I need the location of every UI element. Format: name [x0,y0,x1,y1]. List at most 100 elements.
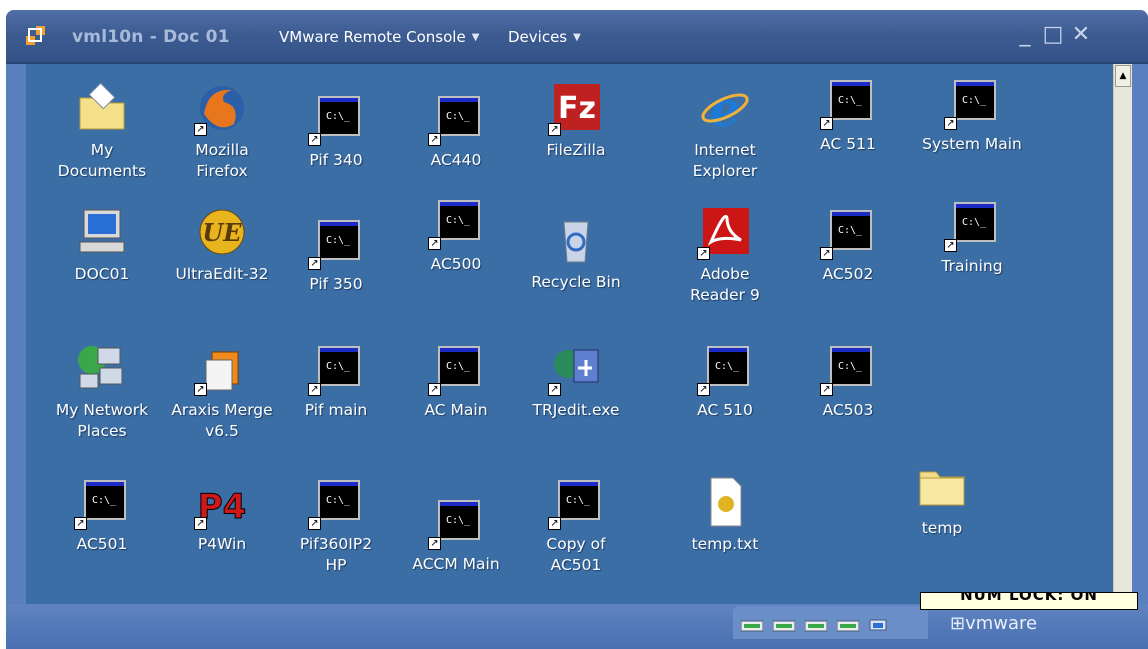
desktop-icon-label: AC 511 [820,135,876,153]
svg-text:UE: UE [202,218,242,247]
device-tray [733,606,928,639]
desktop-icon-label: System Main [922,135,1022,153]
firefox-icon: ↗ [194,80,250,136]
vmware-app-icon[interactable] [26,26,46,46]
desktop-icon[interactable]: C:\_ ↗ Pif360IP2 HP [280,474,392,576]
desktop-icon[interactable]: C:\_ ↗ AC502 [792,204,904,285]
network-places-icon [74,340,130,396]
desktop-icon-label: AC501 [76,535,128,553]
desktop-icon-label: AC500 [430,255,482,273]
msdos-icon: C:\_ ↗ [697,340,753,396]
desktop-icon[interactable]: C:\_ ↗ AC501 [46,474,158,555]
desktop-icon[interactable]: Fz ↗ FileZilla [520,80,632,161]
desktop-icon[interactable]: My Network Places [46,340,158,442]
desktop-icon-label: UltraEdit-32 [175,265,269,283]
desktop-icon-label: AC502 [822,265,874,283]
desktop-icon[interactable]: UE UltraEdit-32 [166,204,278,285]
desktop-icon[interactable]: C:\_ ↗ AC Main [400,340,512,421]
desktop-icon-label: Recycle Bin [531,273,621,291]
desktop-icon-label: AC503 [822,401,874,419]
vmware-console-window: vml10n - Doc 01 VMware Remote Console ▼ D… [6,10,1148,649]
msdos-icon: C:\_ ↗ [820,340,876,396]
close-button[interactable]: ✕ [1068,22,1094,48]
desktop-icon[interactable]: DOC01 [46,204,158,285]
desktop-icon-label: Pif 340 [309,151,363,169]
network-adapter-icon[interactable] [836,618,860,632]
desktop-icon[interactable]: C:\_ ↗ System Main [916,74,1028,155]
remote-desktop[interactable]: My Documents ↗ Mozilla Firefox C:\_ ↗ Pif 340… [26,64,1132,604]
desktop-icon[interactable]: temp.txt [669,474,781,555]
internet-explorer-icon: e [697,80,753,138]
desktop-icon-label: temp.txt [691,535,759,553]
desktop-icon[interactable]: C:\_ ↗ Training [916,196,1028,277]
desktop-icon-label: AC440 [430,151,482,169]
desktop-icon-label: FileZilla [546,141,606,159]
desktop-icon[interactable]: C:\_ ↗ Copy of AC501 [520,474,632,576]
menu-vmware-remote-console[interactable]: VMware Remote Console ▼ [279,28,487,46]
desktop-icon[interactable]: C:\_ ↗ AC500 [400,194,512,275]
desktop-icon[interactable]: C:\_ ↗ Pif main [280,340,392,421]
title-bar[interactable]: vml10n - Doc 01 VMware Remote Console ▼ D… [6,10,1148,64]
msdos-icon: C:\_ ↗ [548,474,604,530]
desktop-icon[interactable]: ↗ Mozilla Firefox [166,80,278,182]
msdos-icon: C:\_ ↗ [308,474,364,530]
p4win-icon: P4 ↗ [194,474,250,530]
shortcut-arrow-icon: ↗ [944,239,957,252]
recycle-bin-icon [548,212,604,268]
vmware-logo: ⊞vmware [950,613,1037,634]
svg-text:e: e [710,82,741,136]
msdos-icon: C:\_ ↗ [74,474,130,530]
shortcut-arrow-icon: ↗ [697,383,710,396]
desktop-icon[interactable]: ↗ Araxis Merge v6.5 [166,340,278,442]
desktop-icon[interactable]: temp [886,458,998,539]
computer-icon [74,204,130,260]
desktop-icon[interactable]: My Documents [46,80,158,182]
desktop-icon-label: P4Win [197,535,247,553]
maximize-icon: □ [1042,22,1064,47]
desktop-icon[interactable]: P4 ↗ P4Win [166,474,278,555]
desktop-icon[interactable]: C:\_ ↗ AC 511 [792,74,904,155]
desktop-icon-label: temp [921,519,963,537]
maximize-button[interactable]: □ [1040,22,1066,48]
desktop-icon-label: Copy of AC501 [546,535,606,574]
desktop-icon[interactable]: e Internet Explorer [669,80,781,182]
shortcut-arrow-icon: ↗ [308,517,321,530]
svg-text:Fz: Fz [558,91,596,126]
network-adapter-icon[interactable] [804,618,828,632]
shortcut-arrow-icon: ↗ [548,123,561,136]
shortcut-arrow-icon: ↗ [548,517,561,530]
desktop-icon[interactable]: C:\_ ↗ AC 510 [669,340,781,421]
desktop-icon-label: Pif360IP2 HP [299,535,373,574]
desktop-icon[interactable]: C:\_ ↗ AC440 [400,90,512,171]
adobe-reader-icon: ↗ [697,204,753,260]
network-adapter-icon[interactable] [740,618,764,632]
shortcut-arrow-icon: ↗ [944,117,957,130]
menu-devices[interactable]: Devices ▼ [508,28,589,46]
msdos-icon: C:\_ ↗ [428,90,484,146]
shortcut-arrow-icon: ↗ [820,117,833,130]
shortcut-arrow-icon: ↗ [308,133,321,146]
menu-label: Devices [508,28,568,46]
desktop-icon-label: Training [941,257,1003,275]
vertical-scrollbar[interactable]: ▲ [1113,64,1132,604]
shortcut-arrow-icon: ↗ [308,383,321,396]
desktop-icon[interactable]: C:\_ ↗ ACCM Main [400,494,512,575]
shortcut-arrow-icon: ↗ [428,537,441,550]
display-device-icon[interactable] [869,618,887,632]
msdos-icon: C:\_ ↗ [428,194,484,250]
msdos-icon: C:\_ ↗ [944,74,1000,130]
shortcut-arrow-icon: ↗ [194,383,207,396]
desktop-icon[interactable]: C:\_ ↗ Pif 350 [280,214,392,295]
desktop-icon[interactable]: ↗ Adobe Reader 9 [669,204,781,306]
shortcut-arrow-icon: ↗ [308,257,321,270]
desktop-icon[interactable]: C:\_ ↗ AC503 [792,340,904,421]
shortcut-arrow-icon: ↗ [428,237,441,250]
desktop-icon[interactable]: ↗ TRJedit.exe [520,340,632,421]
araxis-merge-icon: ↗ [194,340,250,396]
network-adapter-icon[interactable] [772,618,796,632]
minimize-button[interactable]: _ [1012,22,1038,48]
desktop-icon-label: ACCM Main [412,555,500,573]
desktop-icon[interactable]: Recycle Bin [520,212,632,293]
scroll-up-button[interactable]: ▲ [1115,65,1131,87]
desktop-icon[interactable]: C:\_ ↗ Pif 340 [280,90,392,171]
